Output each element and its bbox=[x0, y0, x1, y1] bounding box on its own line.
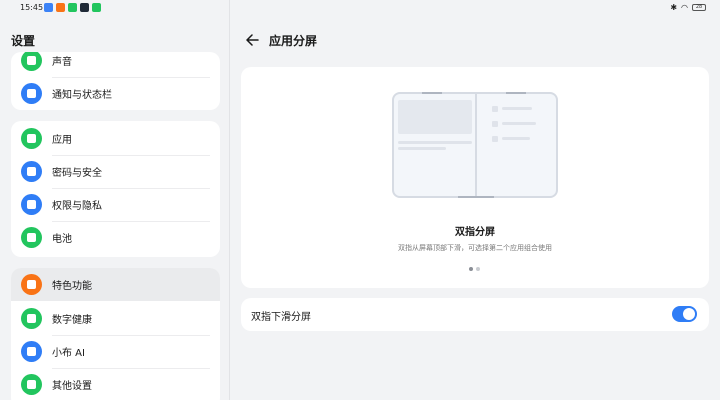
sidebar-item-label: 应用 bbox=[52, 135, 72, 146]
battery-icon bbox=[21, 227, 42, 248]
illustration-detail bbox=[398, 147, 446, 150]
shield-icon bbox=[21, 194, 42, 215]
two-finger-split-toggle[interactable] bbox=[672, 306, 697, 322]
setting-label: 双指下滑分屏 bbox=[251, 312, 311, 323]
preview-description: 双指从屏幕顶部下滑，可选择第二个应用组合使用 bbox=[398, 244, 552, 252]
illustration-detail bbox=[502, 122, 536, 125]
sidebar-item-label: 通知与状态栏 bbox=[52, 90, 112, 101]
gear-icon bbox=[21, 374, 42, 395]
page-indicator[interactable] bbox=[469, 267, 480, 271]
illustration-detail bbox=[398, 100, 472, 134]
sidebar-item-apps[interactable]: 应用 bbox=[11, 122, 220, 155]
setting-row-two-finger-split: 双指下滑分屏 bbox=[241, 298, 709, 331]
sidebar-item-label: 权限与隐私 bbox=[52, 201, 102, 212]
sidebar-item-privacy[interactable]: 权限与隐私 bbox=[11, 188, 220, 221]
illustration-detail bbox=[492, 106, 498, 112]
sidebar-item-label: 其他设置 bbox=[52, 381, 92, 392]
page-dot[interactable] bbox=[476, 267, 480, 271]
settings-group: 声音 通知与状态栏 bbox=[11, 52, 220, 110]
toggle-knob bbox=[683, 308, 695, 320]
sidebar-item-password-security[interactable]: 密码与安全 bbox=[11, 155, 220, 188]
settings-group: 特色功能 数字健康 小布 AI 其他设置 bbox=[11, 268, 220, 400]
sidebar-item-label: 数字健康 bbox=[52, 315, 92, 326]
settings-sidebar: 设置 声音 通知与状态栏 应用 密码与安全 权限与隐私 电池 特色功能 数字健康… bbox=[0, 0, 230, 400]
preview-title: 双指分屏 bbox=[455, 227, 495, 238]
bell-icon bbox=[21, 52, 42, 71]
sidebar-item-notifications[interactable]: 通知与状态栏 bbox=[11, 77, 220, 110]
heart-icon bbox=[21, 308, 42, 329]
illustration-detail bbox=[506, 92, 526, 94]
illustration-detail bbox=[475, 94, 477, 196]
sidebar-item-digital-wellbeing[interactable]: 数字健康 bbox=[11, 302, 220, 335]
key-icon bbox=[21, 161, 42, 182]
detail-pane: 应用分屏 双指分屏 双指从屏幕顶部下滑，可选择第二个应用组合使用 双指下滑分屏 bbox=[231, 0, 720, 400]
sidebar-item-special-features[interactable]: 特色功能 bbox=[11, 268, 220, 301]
sidebar-item-label: 特色功能 bbox=[52, 281, 92, 292]
sidebar-item-label: 密码与安全 bbox=[52, 168, 102, 179]
sidebar-item-label: 电池 bbox=[52, 234, 72, 245]
illustration-detail bbox=[422, 92, 442, 94]
sidebar-item-other-settings[interactable]: 其他设置 bbox=[11, 368, 220, 400]
illustration-detail bbox=[492, 121, 498, 127]
notification-icon bbox=[21, 83, 42, 104]
page-title: 应用分屏 bbox=[269, 34, 318, 48]
back-arrow-icon[interactable] bbox=[245, 33, 259, 47]
illustration-detail bbox=[502, 137, 530, 140]
page-dot[interactable] bbox=[469, 267, 473, 271]
sidebar-item-label: 小布 AI bbox=[52, 348, 85, 359]
sidebar-item-sound[interactable]: 声音 bbox=[11, 52, 220, 77]
illustration-detail bbox=[502, 107, 532, 110]
illustration-detail bbox=[398, 141, 472, 144]
settings-group: 应用 密码与安全 权限与隐私 电池 bbox=[11, 121, 220, 257]
sidebar-item-assistant[interactable]: 小布 AI bbox=[11, 335, 220, 368]
illustration-detail bbox=[492, 136, 498, 142]
star-icon bbox=[21, 274, 42, 295]
sidebar-item-battery[interactable]: 电池 bbox=[11, 221, 220, 254]
sidebar-item-label: 声音 bbox=[52, 57, 72, 68]
illustration-detail bbox=[458, 196, 494, 198]
assistant-icon bbox=[21, 341, 42, 362]
preview-card: 双指分屏 双指从屏幕顶部下滑，可选择第二个应用组合使用 bbox=[241, 67, 709, 288]
apps-grid-icon bbox=[21, 128, 42, 149]
split-screen-illustration bbox=[392, 92, 558, 198]
sidebar-title: 设置 bbox=[11, 34, 36, 48]
